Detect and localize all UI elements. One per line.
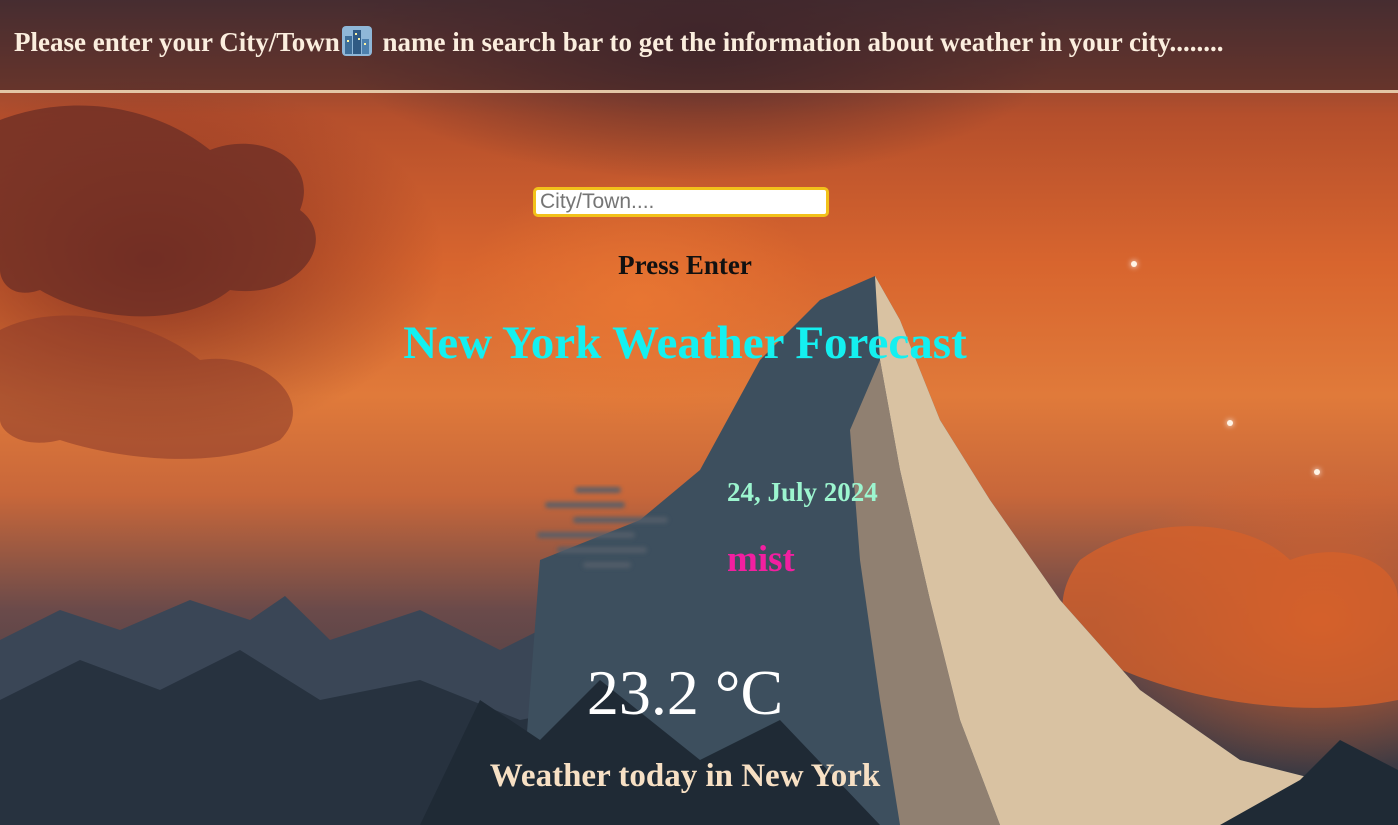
city-search-input[interactable] [533,187,829,217]
press-enter-hint: Press Enter [618,250,752,280]
weather-today-label: Weather today in New York [489,758,881,794]
star [1227,420,1233,426]
temperature-reading: 23.2 °C [586,657,784,728]
city-buildings-icon [341,26,372,56]
header-banner: Please enter your City/Town name in sear… [0,0,1398,93]
header-instruction: Please enter your City/Town name in sear… [14,26,1223,58]
header-text-end: name in search bar to get the informatio… [375,27,1224,57]
mist-icon [537,487,668,568]
weather-condition: mist [727,539,795,580]
header-text-start: Please enter your City/Town [14,27,340,57]
star [1314,469,1320,475]
forecast-title: New York Weather Forecast [403,317,967,369]
forecast-date: 24, July 2024 [727,477,878,507]
